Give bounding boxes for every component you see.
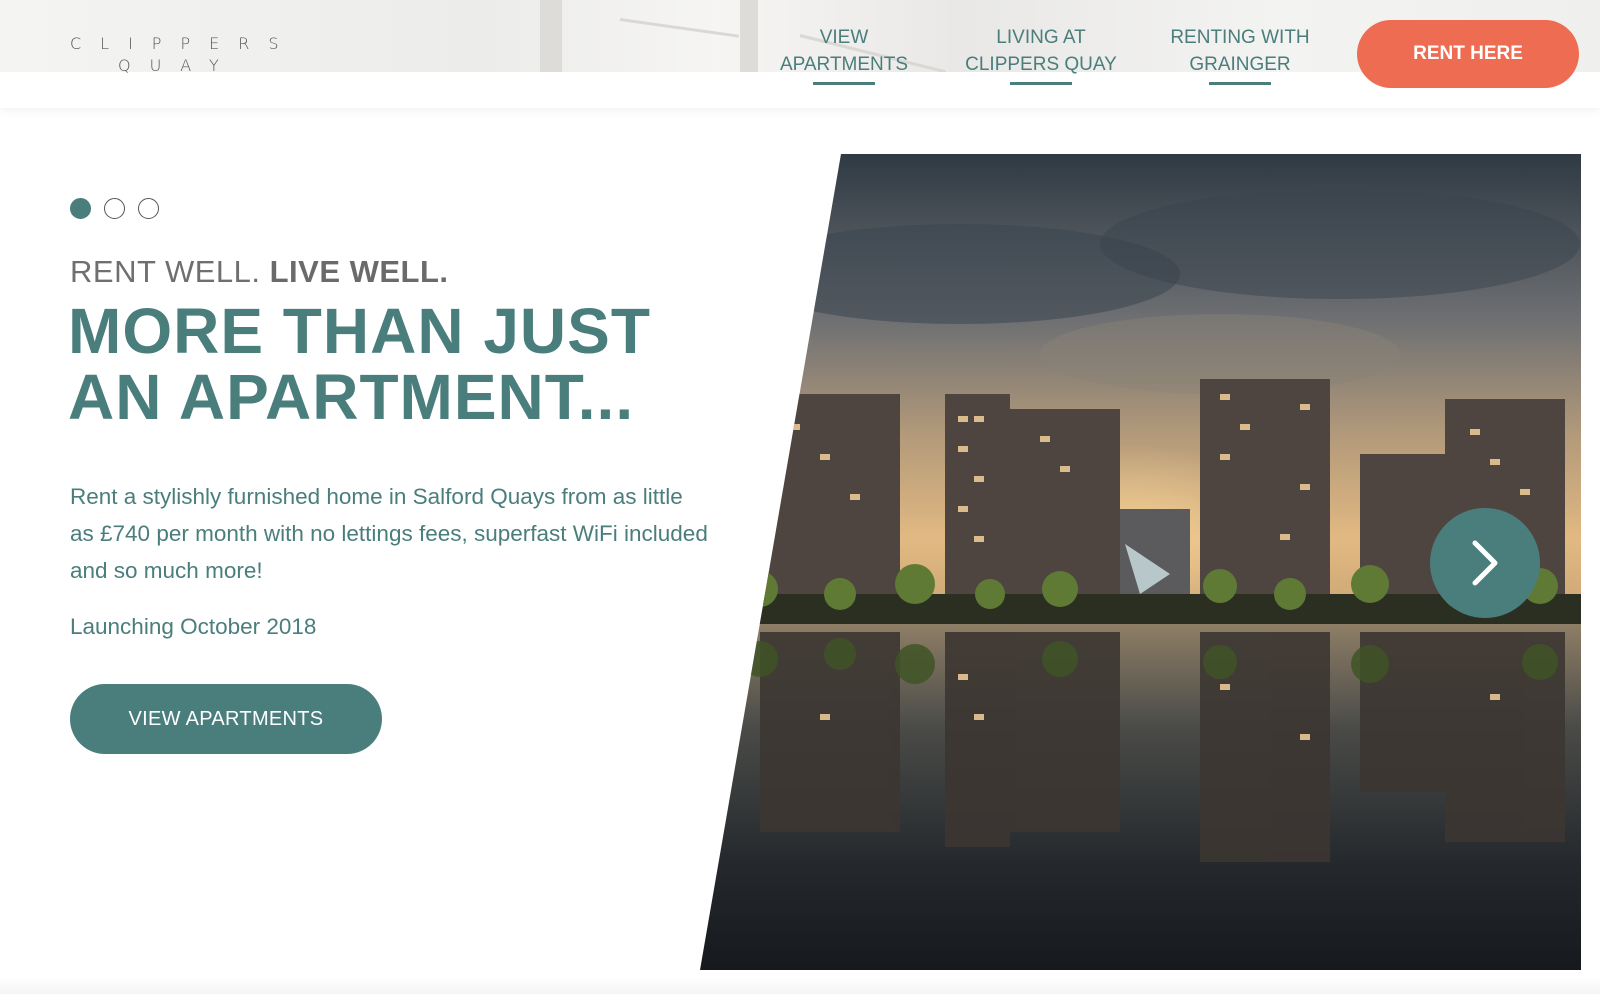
site-header: CLIPPERS QUAY VIEW APARTMENTS LIVING AT … xyxy=(0,0,1600,108)
nav-underline xyxy=(1209,82,1271,85)
nav-label-line2: CLIPPERS QUAY xyxy=(965,54,1117,75)
nav-underline xyxy=(1010,82,1072,85)
nav-living-at-clippers-quay[interactable]: LIVING AT CLIPPERS QUAY xyxy=(956,24,1126,85)
nav-label-line1: VIEW xyxy=(819,27,869,48)
slider-next-button[interactable] xyxy=(1430,508,1540,618)
hero-headline: MORE THAN JUST AN APARTMENT... xyxy=(68,298,768,430)
headline-line-1: MORE THAN JUST xyxy=(68,295,651,367)
nav-underline xyxy=(813,82,875,85)
nav-label-line2: APARTMENTS xyxy=(779,54,909,75)
nav-view-apartments[interactable]: VIEW APARTMENTS xyxy=(774,24,914,85)
site-logo[interactable]: CLIPPERS QUAY xyxy=(70,33,297,77)
slide-dot-2[interactable] xyxy=(104,198,125,219)
launch-date: Launching October 2018 xyxy=(70,614,317,639)
nav-label-line1: LIVING AT xyxy=(996,27,1086,48)
hero-description: Rent a stylishly furnished home in Salfo… xyxy=(70,484,708,583)
nav-label-line2: GRAINGER xyxy=(1189,54,1291,75)
nav-renting-with-grainger[interactable]: RENTING WITH GRAINGER xyxy=(1158,24,1322,85)
slide-dot-1[interactable] xyxy=(70,198,91,219)
chevron-right-icon xyxy=(1472,540,1498,586)
page-bottom-edge xyxy=(0,978,1600,994)
tagline-light: RENT WELL. xyxy=(70,254,261,289)
tagline-bold: LIVE WELL. xyxy=(269,254,449,289)
slide-dot-3[interactable] xyxy=(138,198,159,219)
logo-line-2: QUAY xyxy=(118,56,238,75)
hero-tagline: RENT WELL. LIVE WELL. xyxy=(70,254,449,290)
slider-dots xyxy=(70,198,159,219)
nav-label-line1: RENTING WITH xyxy=(1170,27,1310,48)
view-apartments-button[interactable]: VIEW APARTMENTS xyxy=(70,684,382,754)
rent-here-button[interactable]: RENT HERE xyxy=(1357,20,1579,88)
headline-line-2: AN APARTMENT... xyxy=(68,361,635,433)
logo-line-1: CLIPPERS xyxy=(70,34,298,53)
